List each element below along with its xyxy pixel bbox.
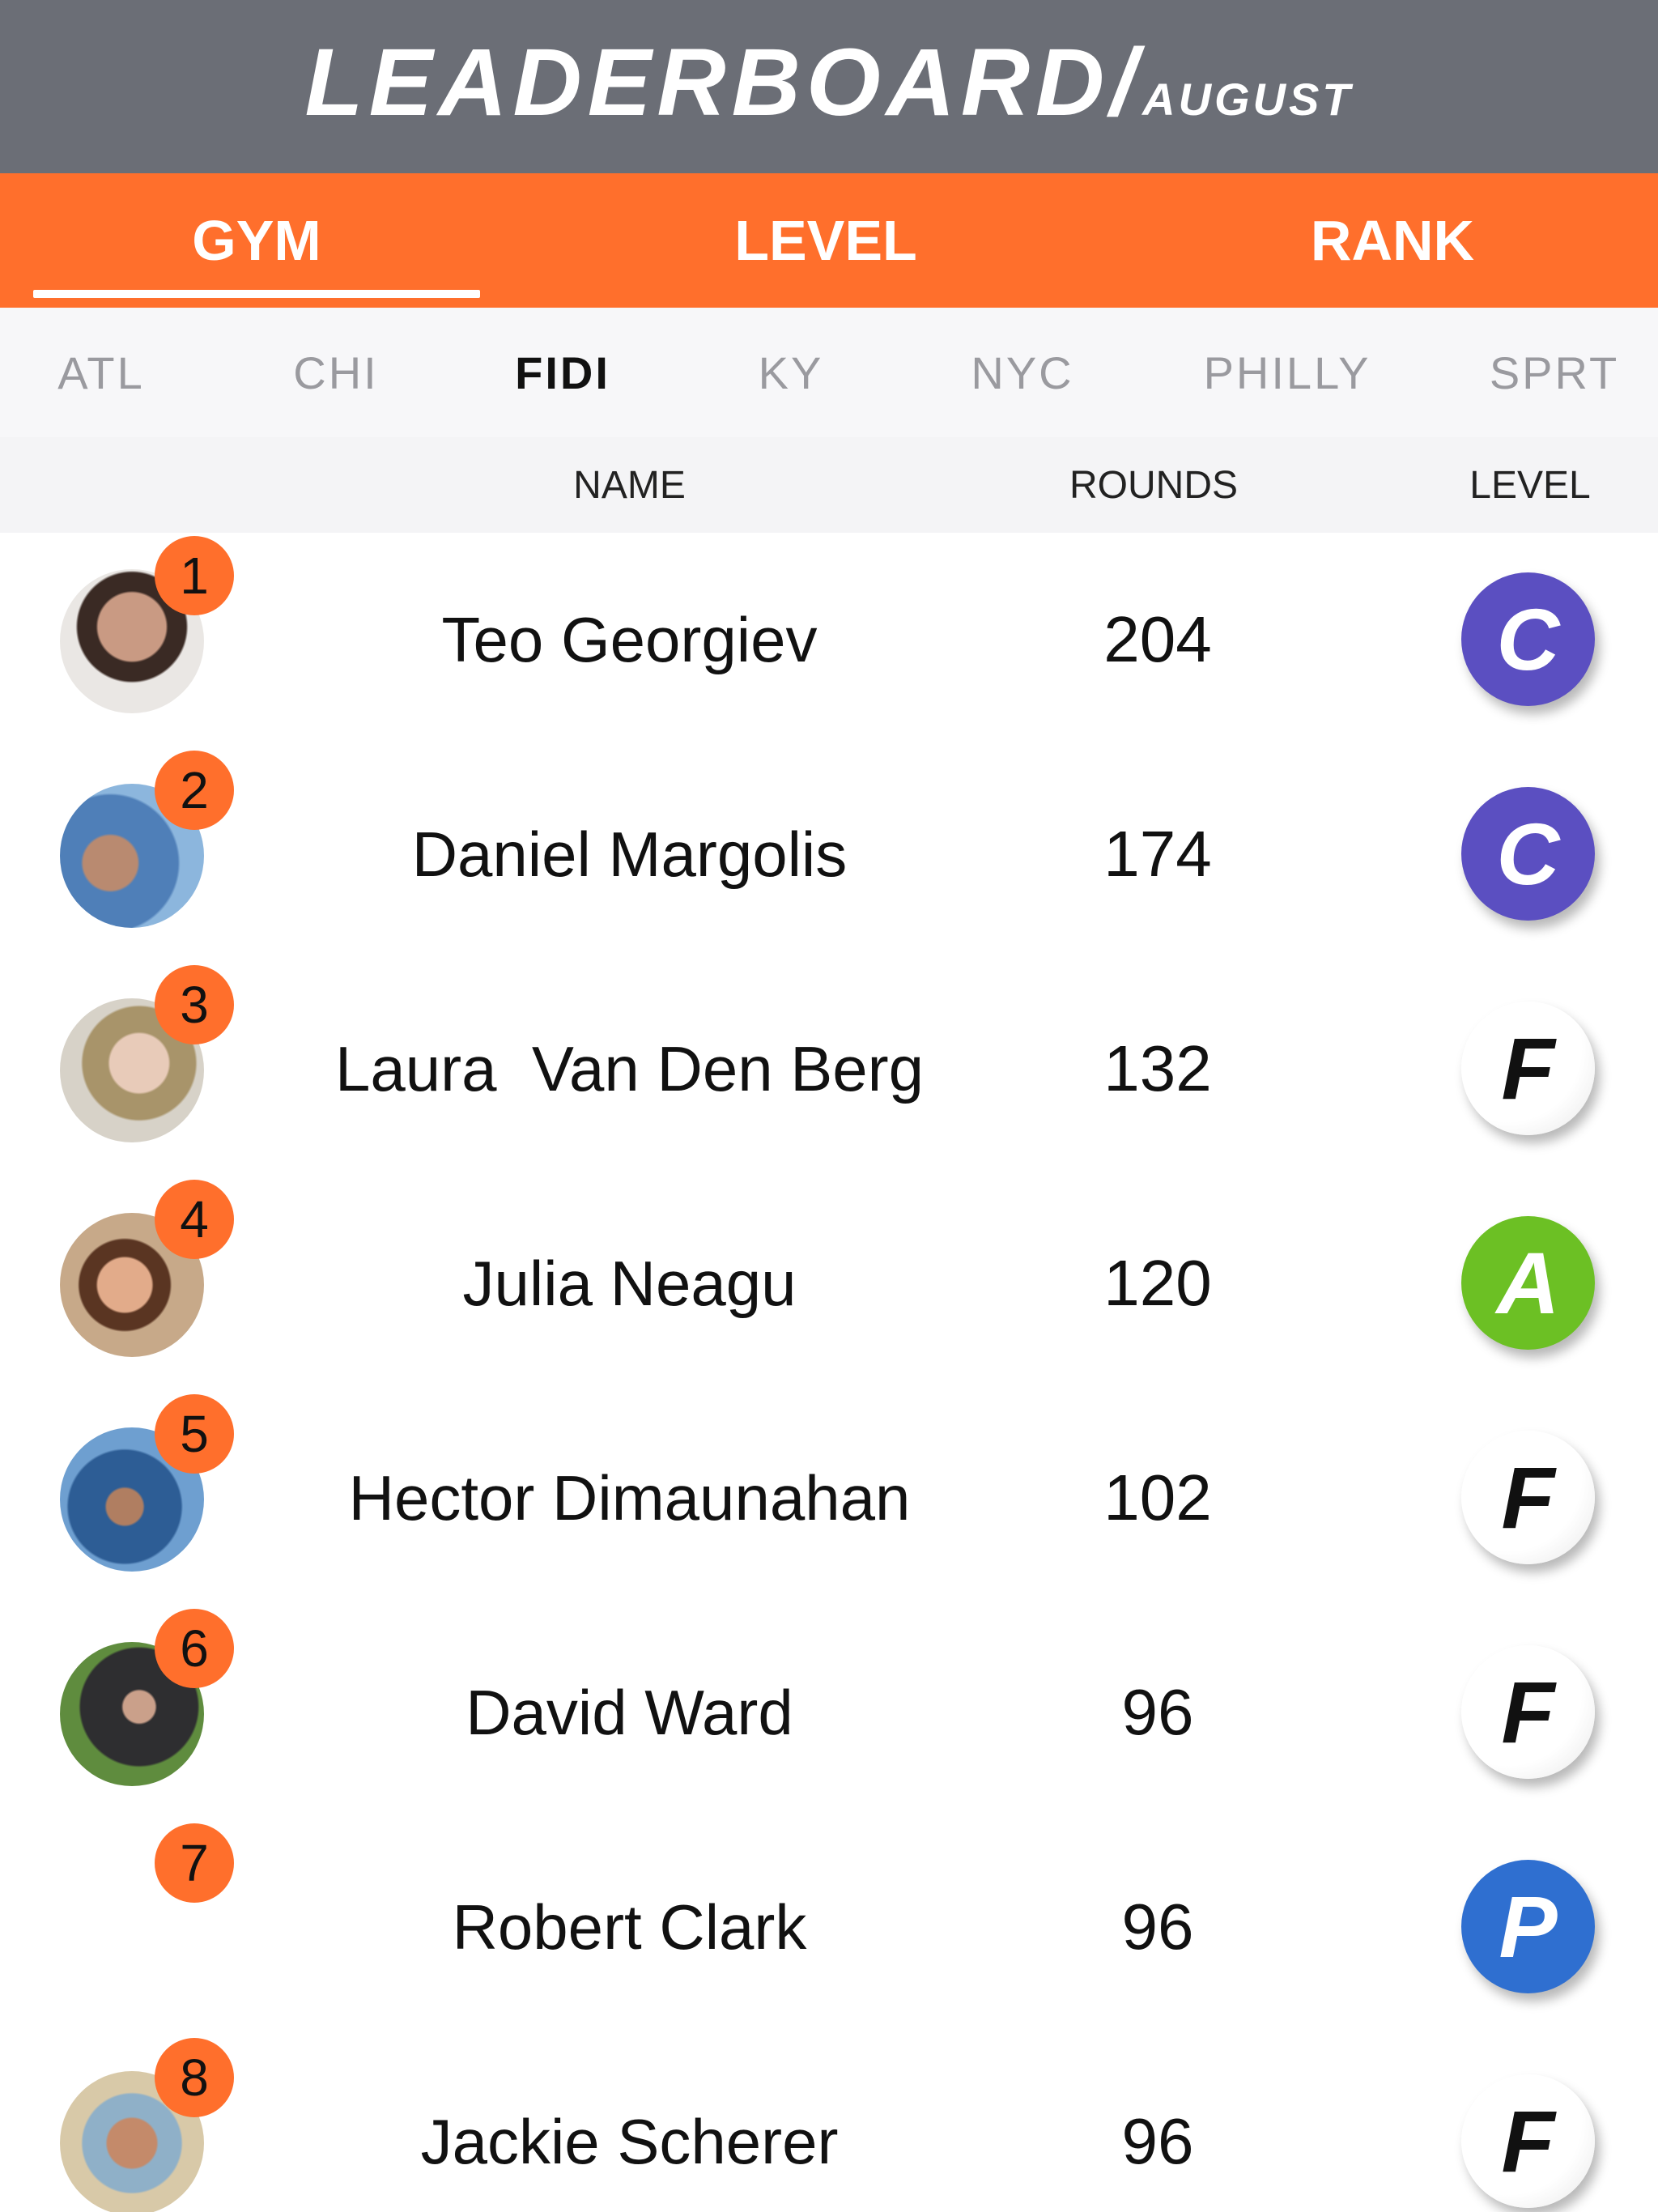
leaderboard-row[interactable]: 3 Laura Van Den Berg 132 F — [0, 962, 1658, 1176]
rounds-value: 96 — [1121, 2105, 1194, 2177]
gym-tab-chi[interactable]: CHI — [251, 308, 421, 437]
gym-tab-atl[interactable]: ATL — [16, 308, 186, 437]
rank-badge: 1 — [155, 536, 234, 615]
rank-badge: 7 — [155, 1823, 234, 1903]
level-badge: A — [1461, 1216, 1595, 1350]
gym-tab-sprt[interactable]: SPRT — [1465, 308, 1643, 437]
level-badge: P — [1461, 1860, 1595, 1993]
tab-level[interactable]: LEVEL — [599, 173, 1052, 308]
member-name: Daniel Margolis — [411, 819, 848, 890]
member-name: Jackie Scherer — [420, 2106, 839, 2177]
level-badge: F — [1461, 1645, 1595, 1779]
rounds-value: 174 — [1103, 818, 1212, 890]
gym-tab-ky[interactable]: KY — [706, 308, 876, 437]
member-name: Hector Dimaunahan — [348, 1462, 911, 1534]
leaderboard-row[interactable]: 5 Hector Dimaunahan 102 F — [0, 1391, 1658, 1606]
rank-badge: 2 — [155, 751, 234, 830]
rank-badge: 3 — [155, 965, 234, 1044]
level-badge: F — [1461, 1002, 1595, 1135]
level-badge: C — [1461, 787, 1595, 921]
leaderboard-row[interactable]: 6 David Ward 96 F — [0, 1606, 1658, 1820]
page-title: LEADERBOARD/AUGUST — [0, 28, 1658, 138]
tab-gym[interactable]: GYM — [33, 173, 480, 308]
table-header: NAME ROUNDS LEVEL — [0, 437, 1658, 533]
rank-badge: 8 — [155, 2038, 234, 2117]
rank-badge: 5 — [155, 1394, 234, 1474]
member-name: Robert Clark — [452, 1891, 807, 1963]
leaderboard-row[interactable]: 2 Daniel Margolis 174 C — [0, 747, 1658, 962]
rounds-value: 102 — [1103, 1461, 1212, 1534]
leaderboard-row[interactable]: 7 Robert Clark 96 P — [0, 1820, 1658, 2035]
rounds-value: 204 — [1103, 603, 1212, 675]
leaderboard-row[interactable]: 8 Jackie Scherer 96 F — [0, 2035, 1658, 2212]
gym-filter-bar: ATL CHI FIDI KY NYC PHILLY SPRT — [0, 308, 1658, 437]
tab-rank[interactable]: RANK — [1166, 173, 1619, 308]
leaderboard-row[interactable]: 4 Julia Neagu 120 A — [0, 1176, 1658, 1391]
rounds-value: 96 — [1121, 1891, 1194, 1963]
column-header-rounds: ROUNDS — [1069, 463, 1238, 507]
column-header-name: NAME — [573, 463, 686, 507]
gym-tab-nyc[interactable]: NYC — [937, 308, 1107, 437]
app-header: LEADERBOARD/AUGUST — [0, 0, 1658, 173]
leaderboard-row[interactable]: 1 Teo Georgiev 204 C — [0, 533, 1658, 747]
rounds-value: 132 — [1103, 1032, 1212, 1104]
month-label: AUGUST — [1142, 74, 1354, 125]
rounds-value: 96 — [1121, 1676, 1194, 1748]
gym-tab-fidi[interactable]: FIDI — [478, 308, 648, 437]
active-tab-indicator — [33, 290, 480, 298]
member-name: David Ward — [466, 1677, 793, 1748]
level-badge: F — [1461, 1431, 1595, 1564]
rounds-value: 120 — [1103, 1247, 1212, 1319]
gym-tab-philly[interactable]: PHILLY — [1166, 308, 1409, 437]
rank-badge: 4 — [155, 1180, 234, 1259]
level-badge: C — [1461, 572, 1595, 706]
rank-badge: 6 — [155, 1609, 234, 1688]
level-badge: F — [1461, 2074, 1595, 2208]
column-header-level: LEVEL — [1469, 463, 1591, 507]
member-name: Teo Georgiev — [441, 604, 818, 675]
member-name: Laura Van Den Berg — [334, 1033, 925, 1104]
category-tabs: GYM LEVEL RANK — [0, 173, 1658, 308]
title-text: LEADERBOARD/ — [304, 29, 1143, 136]
member-name: Julia Neagu — [462, 1248, 797, 1319]
